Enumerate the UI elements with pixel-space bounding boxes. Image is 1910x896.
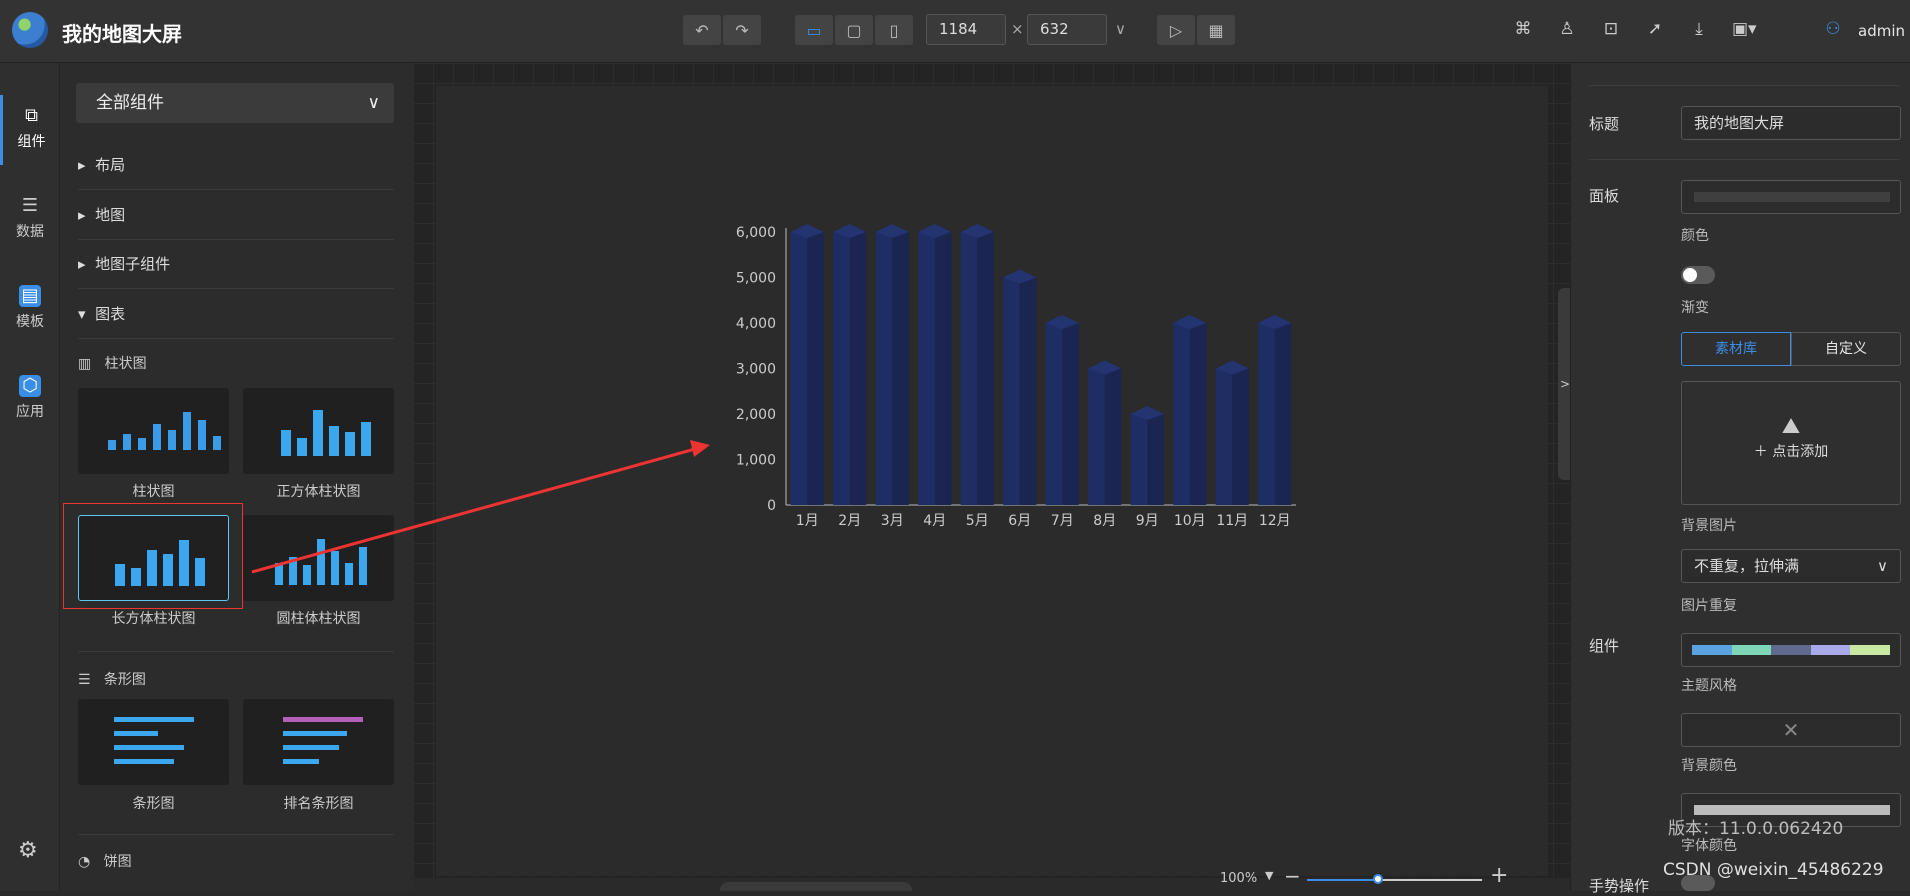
chevron-down-icon: ∨ — [1877, 557, 1888, 575]
gradient-caption: 渐变 — [1681, 300, 1709, 316]
bottom-drawer-handle[interactable] — [720, 882, 912, 891]
zoom-slider-handle[interactable] — [1373, 874, 1383, 884]
clear-x-icon: ✕ — [1782, 718, 1800, 742]
component-label: 组件 — [1589, 637, 1620, 655]
zoom-in-icon[interactable]: + — [1490, 863, 1508, 888]
zoom-slider-track[interactable] — [1307, 879, 1482, 881]
gradient-toggle[interactable] — [1681, 266, 1715, 284]
zoom-slider-fill — [1307, 879, 1377, 881]
theme-caption: 主题风格 — [1681, 678, 1737, 694]
zoom-out-icon[interactable]: − — [1284, 864, 1301, 888]
tab-material-library[interactable]: 素材库 — [1681, 332, 1791, 366]
color-swatch — [1694, 192, 1890, 202]
repeat-select[interactable]: 不重复，拉伸满 ∨ — [1681, 549, 1901, 583]
color-caption: 颜色 — [1681, 228, 1709, 244]
add-image-box[interactable]: ⛰ ＋ 点击添加 — [1681, 381, 1901, 505]
version-text: 版本：11.0.0.062420 — [1668, 819, 1844, 839]
bg-color-picker[interactable]: ✕ — [1681, 713, 1901, 747]
plus-icon: ＋ — [1753, 444, 1768, 460]
zoom-level[interactable]: 100% — [1220, 871, 1257, 886]
zoom-chevron-icon[interactable]: ▼ — [1265, 869, 1273, 882]
image-icon: ⛰ — [1781, 414, 1801, 439]
gesture-label: 手势操作 — [1589, 877, 1650, 895]
divider — [1589, 85, 1899, 86]
title-label: 标题 — [1589, 115, 1620, 133]
theme-swatches — [1692, 645, 1890, 655]
bgimg-caption: 背景图片 — [1681, 518, 1737, 534]
panel-label: 面板 — [1589, 187, 1620, 205]
repeat-caption: 图片重复 — [1681, 598, 1737, 614]
add-label: 点击添加 — [1772, 444, 1829, 460]
csdn-watermark: CSDN @weixin_45486229 — [1663, 860, 1884, 880]
title-input[interactable]: 我的地图大屏 — [1681, 106, 1901, 140]
select-value: 不重复，拉伸满 — [1694, 557, 1800, 575]
theme-style-picker[interactable] — [1681, 633, 1901, 667]
panel-color-picker[interactable] — [1681, 180, 1901, 214]
bgcolor-caption: 背景颜色 — [1681, 758, 1737, 774]
divider — [1589, 159, 1899, 160]
tab-custom[interactable]: 自定义 — [1791, 332, 1901, 366]
toggle-knob — [1683, 268, 1697, 282]
property-panel: 标题 我的地图大屏 面板 颜色 渐变 素材库 自定义 ⛰ ＋ 点击添加 背景图片… — [1570, 63, 1910, 895]
